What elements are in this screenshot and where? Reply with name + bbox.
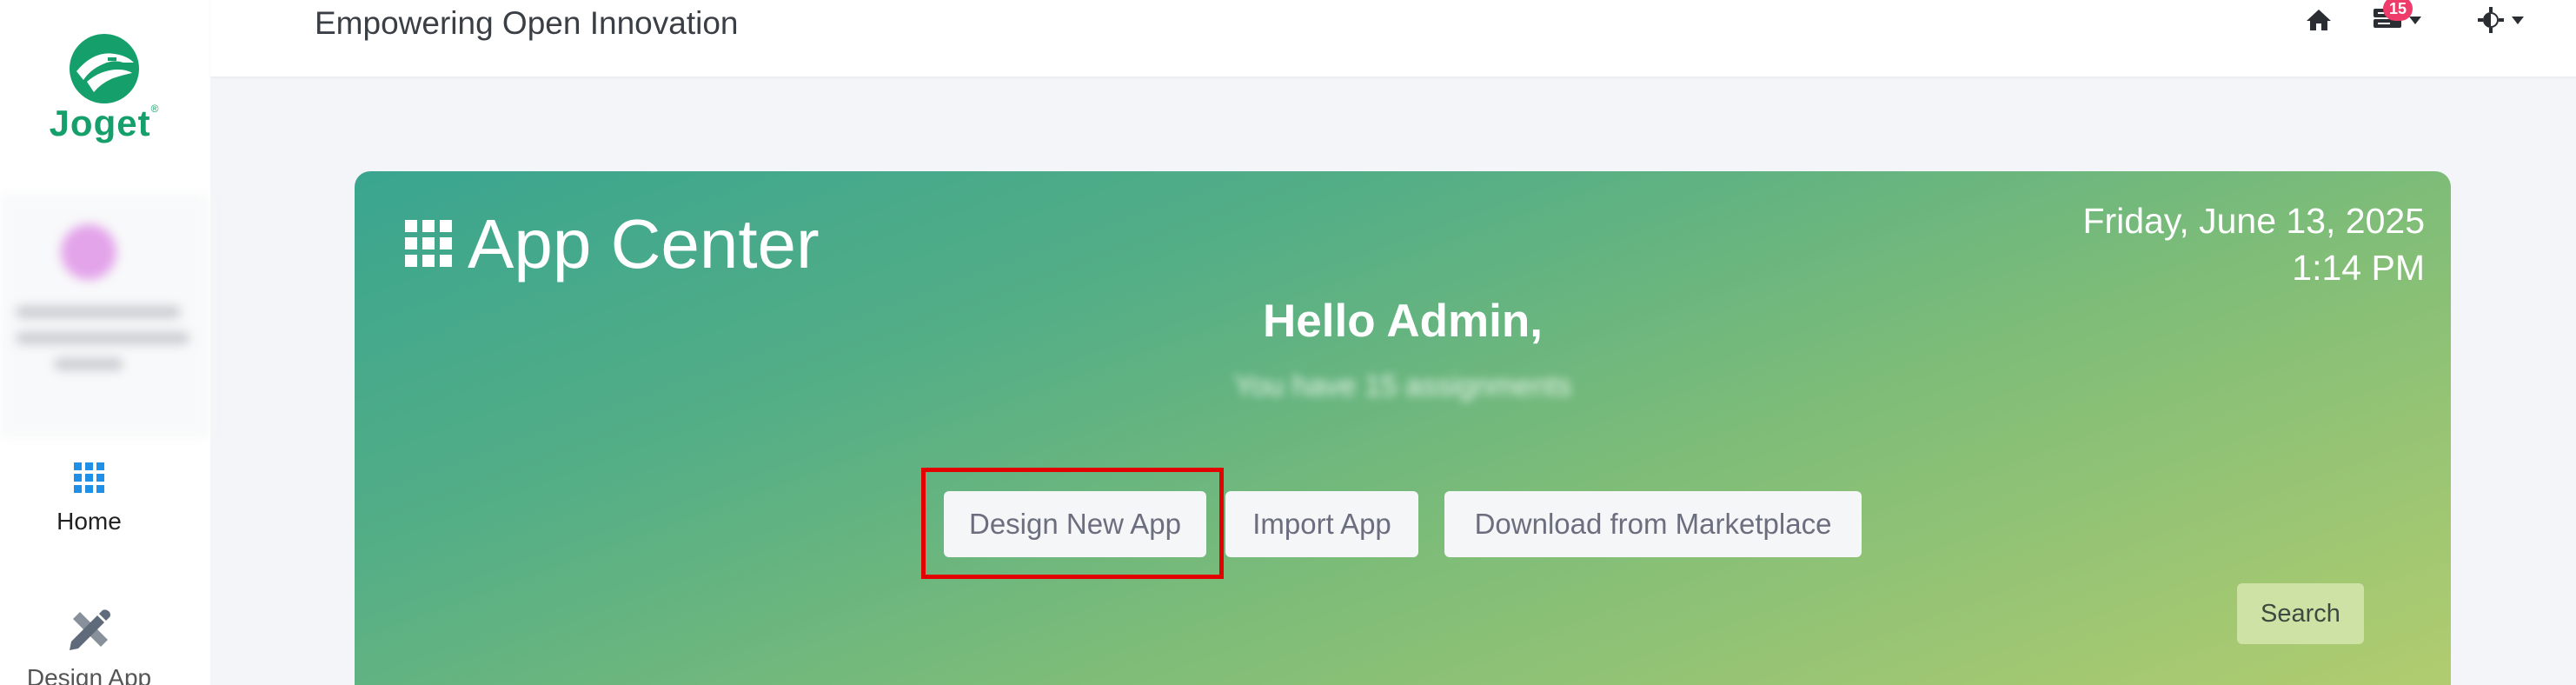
download-marketplace-button[interactable]: Download from Marketplace (1444, 491, 1862, 557)
search-button[interactable]: Search (2237, 583, 2364, 644)
app-root: Joget® Home Design App Empowering Open I… (0, 0, 2576, 685)
page-title-text: App Center (468, 205, 820, 283)
page-title: App Center (405, 204, 820, 284)
greeting: Hello Admin, (1263, 296, 1543, 347)
design-new-app-button[interactable]: Design New App (944, 491, 1206, 557)
assignment-summary[interactable]: You have 15 assignments (355, 369, 2451, 403)
home-icon (2307, 10, 2331, 30)
grid-icon (73, 462, 104, 493)
inbox-badge: 15 (2383, 0, 2413, 21)
tagline: Empowering Open Innovation (315, 5, 739, 41)
brand-name: Joget® (49, 103, 160, 143)
theme-icon (2478, 7, 2504, 33)
import-app-button[interactable]: Import App (1225, 491, 1418, 557)
home-button[interactable] (2305, 0, 2333, 40)
user-profile-card[interactable] (0, 193, 210, 438)
avatar (61, 224, 116, 280)
current-time: 1:14 PM (2292, 248, 2425, 288)
current-date: Friday, June 13, 2025 (2082, 201, 2425, 241)
sidebar: Joget® Home Design App (0, 0, 210, 685)
sidebar-item-design-app[interactable]: Design App (0, 607, 178, 685)
chevron-down-icon (2409, 16, 2421, 24)
profile-email-line (16, 332, 189, 344)
sidebar-item-label: Home (56, 508, 122, 535)
apps-grid-icon (405, 220, 452, 267)
joget-logo[interactable]: Joget® (26, 31, 183, 144)
joget-logo-icon (70, 34, 139, 103)
inbox-dropdown[interactable]: 15 (2373, 0, 2421, 40)
chevron-down-icon (2512, 16, 2524, 24)
pencil-ruler-icon (69, 609, 110, 650)
profile-role-line (54, 358, 123, 370)
app-center-hero: App Center Friday, June 13, 2025 1:14 PM… (355, 171, 2451, 685)
top-bar: Empowering Open Innovation 15 (210, 0, 2576, 76)
theme-dropdown[interactable] (2477, 0, 2524, 40)
profile-name-line (16, 306, 181, 318)
sidebar-item-home[interactable]: Home (0, 462, 178, 535)
sidebar-item-label: Design App (26, 664, 152, 685)
